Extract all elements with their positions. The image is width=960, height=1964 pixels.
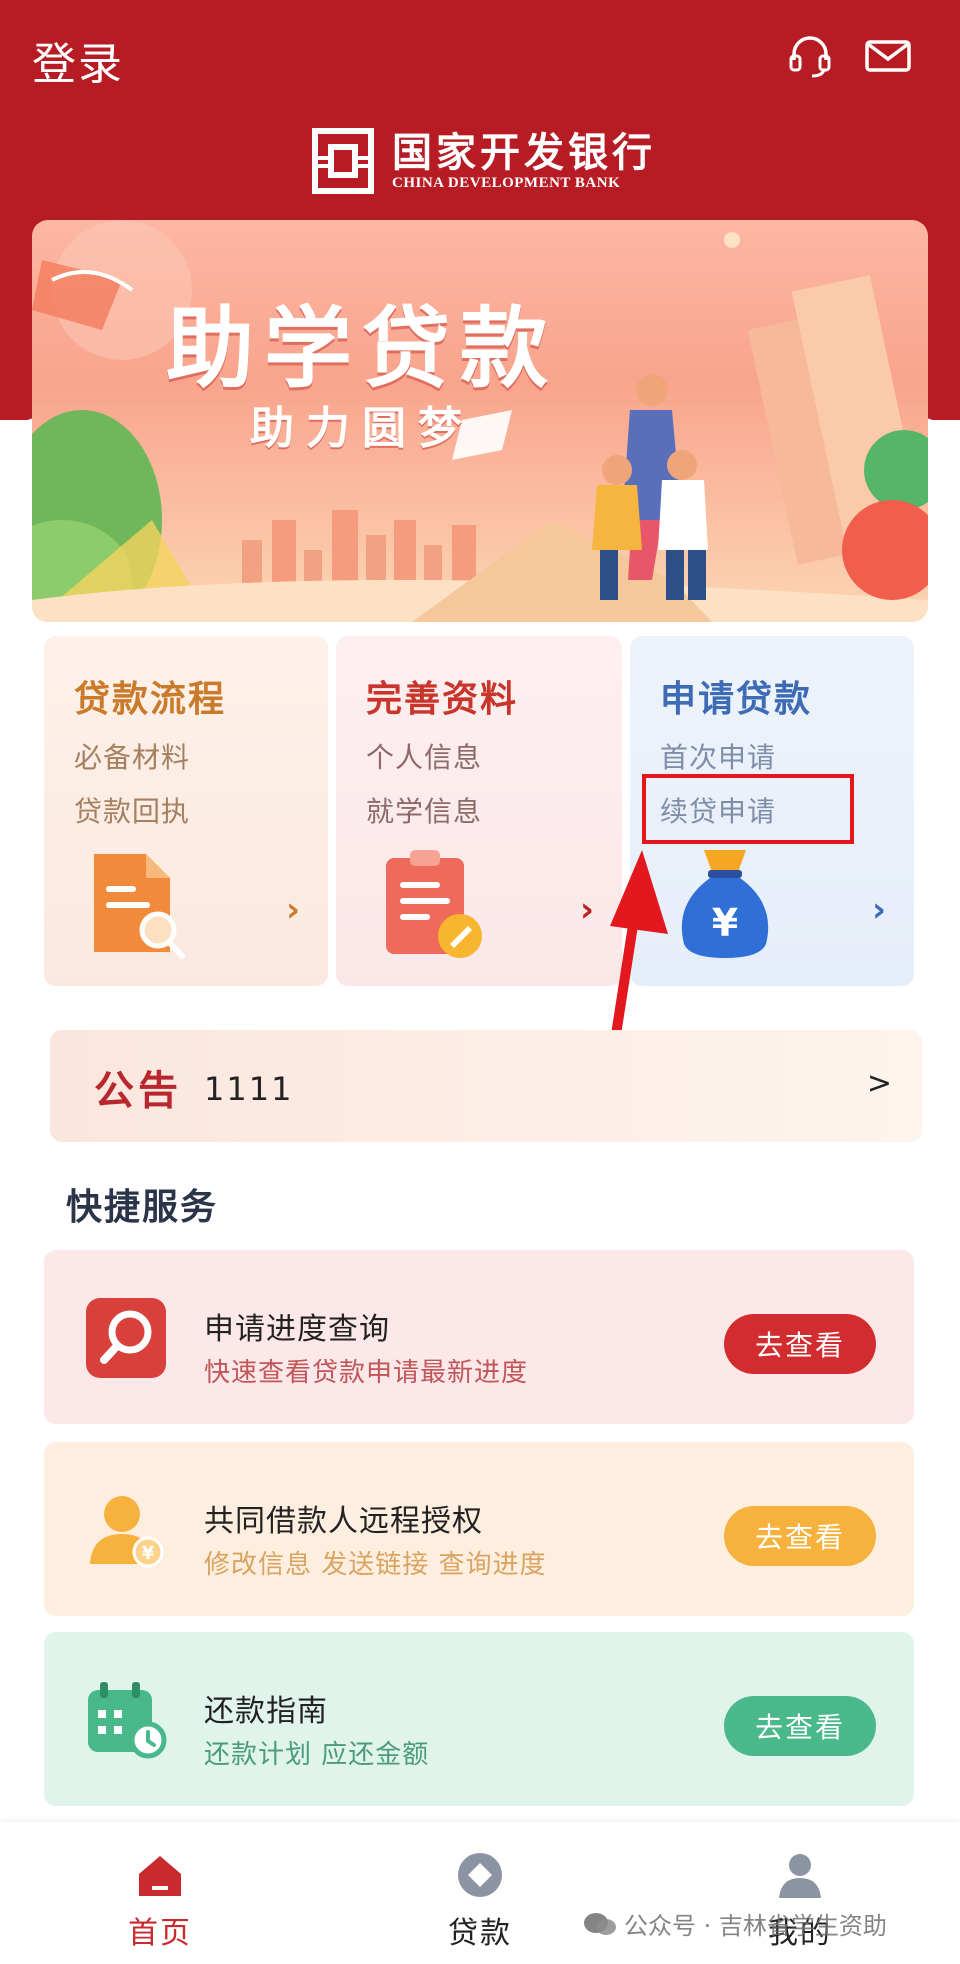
- profile-icon: [779, 1854, 821, 1898]
- nav-loan[interactable]: 贷款: [400, 1850, 560, 1952]
- announcement-text: 1111: [204, 1070, 294, 1108]
- bank-logo: 国家开发银行 CHINA DEVELOPMENT BANK: [312, 128, 656, 194]
- login-link[interactable]: 登录: [32, 28, 124, 92]
- money-bag-icon: ¥: [681, 850, 769, 958]
- document-search-icon: [94, 854, 185, 959]
- headset-icon[interactable]: [786, 34, 834, 78]
- card-title: 完善资料: [366, 679, 519, 720]
- bottom-navigation: 首页 贷款 我的: [0, 1822, 960, 1964]
- banner-subtitle: 助力圆梦: [250, 403, 474, 454]
- wechat-icon: [584, 1912, 616, 1935]
- service-repayment-guide[interactable]: 还款指南 还款计划 应还金额 去查看: [44, 1632, 914, 1806]
- bank-emblem-icon: [312, 128, 374, 194]
- chevron-right-icon[interactable]: ›: [286, 890, 300, 930]
- announcement-label: 公告: [94, 1068, 182, 1114]
- service-co-borrower-authorization[interactable]: ¥ 共同借款人远程授权 修改信息 发送链接 查询进度 去查看: [44, 1442, 914, 1616]
- nav-label: 首页: [128, 1916, 192, 1951]
- announcement-bar[interactable]: 公告 1111 >: [50, 1030, 922, 1142]
- svg-text:¥: ¥: [712, 901, 738, 945]
- bank-name-cn: 国家开发银行: [392, 128, 656, 176]
- card-link-personal-info[interactable]: 个人信息: [366, 736, 592, 776]
- nav-home[interactable]: 首页: [80, 1850, 240, 1952]
- service-application-progress[interactable]: 申请进度查询 快速查看贷款申请最新进度 去查看: [44, 1250, 914, 1424]
- wechat-watermark: 公众号 · 吉林省学生资助: [582, 1906, 887, 1941]
- view-button[interactable]: 去查看: [724, 1696, 876, 1756]
- calendar-clock-icon: [88, 1682, 167, 1759]
- card-link-loan-receipt[interactable]: 贷款回执: [74, 790, 298, 830]
- service-description: 修改信息 发送链接 查询进度: [204, 1550, 547, 1580]
- card-link-first-application[interactable]: 首次申请: [660, 736, 884, 776]
- home-icon: [139, 1856, 181, 1896]
- promo-banner[interactable]: 助学贷款 助力圆梦: [32, 220, 928, 622]
- card-link-study-info[interactable]: 就学信息: [366, 790, 592, 830]
- search-icon: [86, 1298, 166, 1378]
- nav-label: 贷款: [448, 1916, 512, 1951]
- banner-title: 助学贷款: [165, 296, 558, 400]
- service-title: 还款指南: [204, 1694, 328, 1729]
- chevron-right-icon[interactable]: ›: [872, 890, 886, 930]
- card-title: 申请贷款: [660, 679, 813, 720]
- card-loan-process[interactable]: 贷款流程 必备材料 贷款回执 ›: [44, 636, 328, 986]
- service-description: 快速查看贷款申请最新进度: [204, 1358, 529, 1388]
- annotation-highlight-box: [642, 774, 854, 844]
- user-authorize-icon: ¥: [90, 1496, 164, 1568]
- view-button[interactable]: 去查看: [724, 1506, 876, 1566]
- chevron-right-icon[interactable]: >: [867, 1066, 892, 1101]
- service-description: 还款计划 应还金额: [204, 1740, 430, 1770]
- svg-text:¥: ¥: [142, 1543, 155, 1564]
- quick-services-title: 快捷服务: [66, 1187, 219, 1228]
- watermark-text: 公众号 · 吉林省学生资助: [624, 1912, 887, 1940]
- view-button[interactable]: 去查看: [724, 1314, 876, 1374]
- bank-name-en: CHINA DEVELOPMENT BANK: [392, 174, 621, 191]
- service-title: 共同借款人远程授权: [204, 1504, 483, 1539]
- mail-icon[interactable]: [864, 34, 912, 78]
- service-title: 申请进度查询: [204, 1312, 390, 1347]
- clipboard-edit-icon: [386, 850, 482, 958]
- card-title: 贷款流程: [74, 679, 227, 720]
- card-link-required-materials[interactable]: 必备材料: [74, 736, 298, 776]
- card-complete-profile[interactable]: 完善资料 个人信息 就学信息 ›: [336, 636, 622, 986]
- loan-icon: [458, 1853, 502, 1897]
